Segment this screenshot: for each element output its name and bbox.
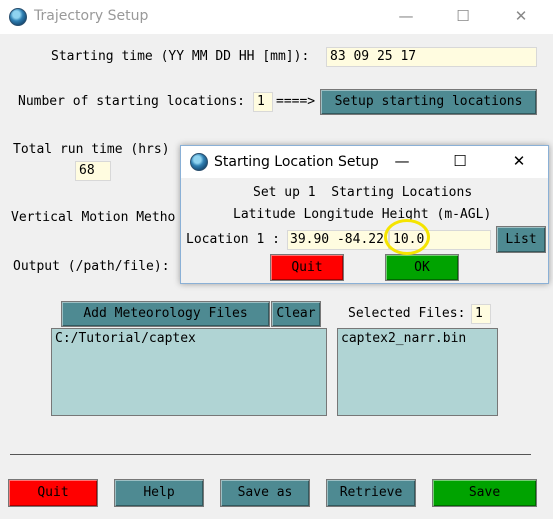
- starting-time-input[interactable]: 83 09 25 17: [326, 47, 537, 67]
- help-button[interactable]: Help: [114, 479, 204, 507]
- setup-count-text: Set up 1 Starting Locations: [253, 185, 473, 200]
- lat-lon-input[interactable]: 39.90 -84.22: [287, 230, 389, 250]
- divider: [10, 454, 531, 455]
- setup-locations-button[interactable]: Setup starting locations: [320, 89, 537, 115]
- minimize-button[interactable]: —: [383, 0, 429, 34]
- selected-files-label: Selected Files:: [348, 306, 466, 321]
- maximize-button[interactable]: ☐: [440, 0, 486, 34]
- output-label: Output (/path/file):: [13, 259, 170, 274]
- quit-button[interactable]: Quit: [8, 479, 98, 507]
- run-time-label: Total run time (hrs): [13, 142, 170, 157]
- dialog-minimize-button[interactable]: —: [374, 146, 430, 178]
- globe-icon: [190, 153, 208, 171]
- save-as-button[interactable]: Save as: [220, 479, 310, 507]
- main-title-bar: Trajectory Setup — ☐ ✕: [0, 0, 553, 34]
- dialog-quit-button[interactable]: Quit: [270, 254, 344, 281]
- arrow-indicator: ====>: [276, 94, 316, 109]
- retrieve-button[interactable]: Retrieve: [326, 479, 416, 507]
- dialog-maximize-button[interactable]: ☐: [432, 146, 488, 178]
- dialog-title-bar: Starting Location Setup — ☐ ✕: [181, 146, 548, 178]
- dialog-close-button[interactable]: ✕: [491, 146, 547, 178]
- add-meteorology-button[interactable]: Add Meteorology Files: [61, 301, 270, 327]
- window-title: Trajectory Setup: [34, 8, 149, 24]
- columns-header: Latitude Longitude Height (m-AGL): [233, 207, 492, 222]
- dialog-title: Starting Location Setup: [214, 154, 379, 170]
- vertical-motion-label: Vertical Motion Metho: [11, 210, 176, 225]
- list-item[interactable]: C:/Tutorial/captex: [55, 331, 323, 346]
- run-time-input[interactable]: 68: [75, 161, 111, 181]
- clear-button[interactable]: Clear: [271, 301, 321, 327]
- list-item[interactable]: captex2_narr.bin: [341, 331, 494, 346]
- save-button[interactable]: Save: [432, 479, 537, 507]
- num-locations-input[interactable]: 1: [253, 92, 273, 112]
- globe-icon: [9, 8, 27, 26]
- location-label: Location 1 :: [186, 232, 280, 247]
- starting-location-dialog: Starting Location Setup — ☐ ✕ Set up 1 S…: [180, 145, 549, 284]
- dialog-ok-button[interactable]: OK: [385, 254, 459, 281]
- close-button[interactable]: ✕: [498, 0, 544, 34]
- selected-files-count: 1: [471, 304, 491, 324]
- directory-listbox[interactable]: C:/Tutorial/captex: [51, 328, 327, 416]
- num-locations-label: Number of starting locations:: [18, 94, 245, 109]
- starting-time-label: Starting time (YY MM DD HH [mm]):: [51, 49, 310, 64]
- highlight-circle: [384, 219, 430, 255]
- list-button[interactable]: List: [496, 226, 546, 253]
- file-listbox[interactable]: captex2_narr.bin: [337, 328, 498, 416]
